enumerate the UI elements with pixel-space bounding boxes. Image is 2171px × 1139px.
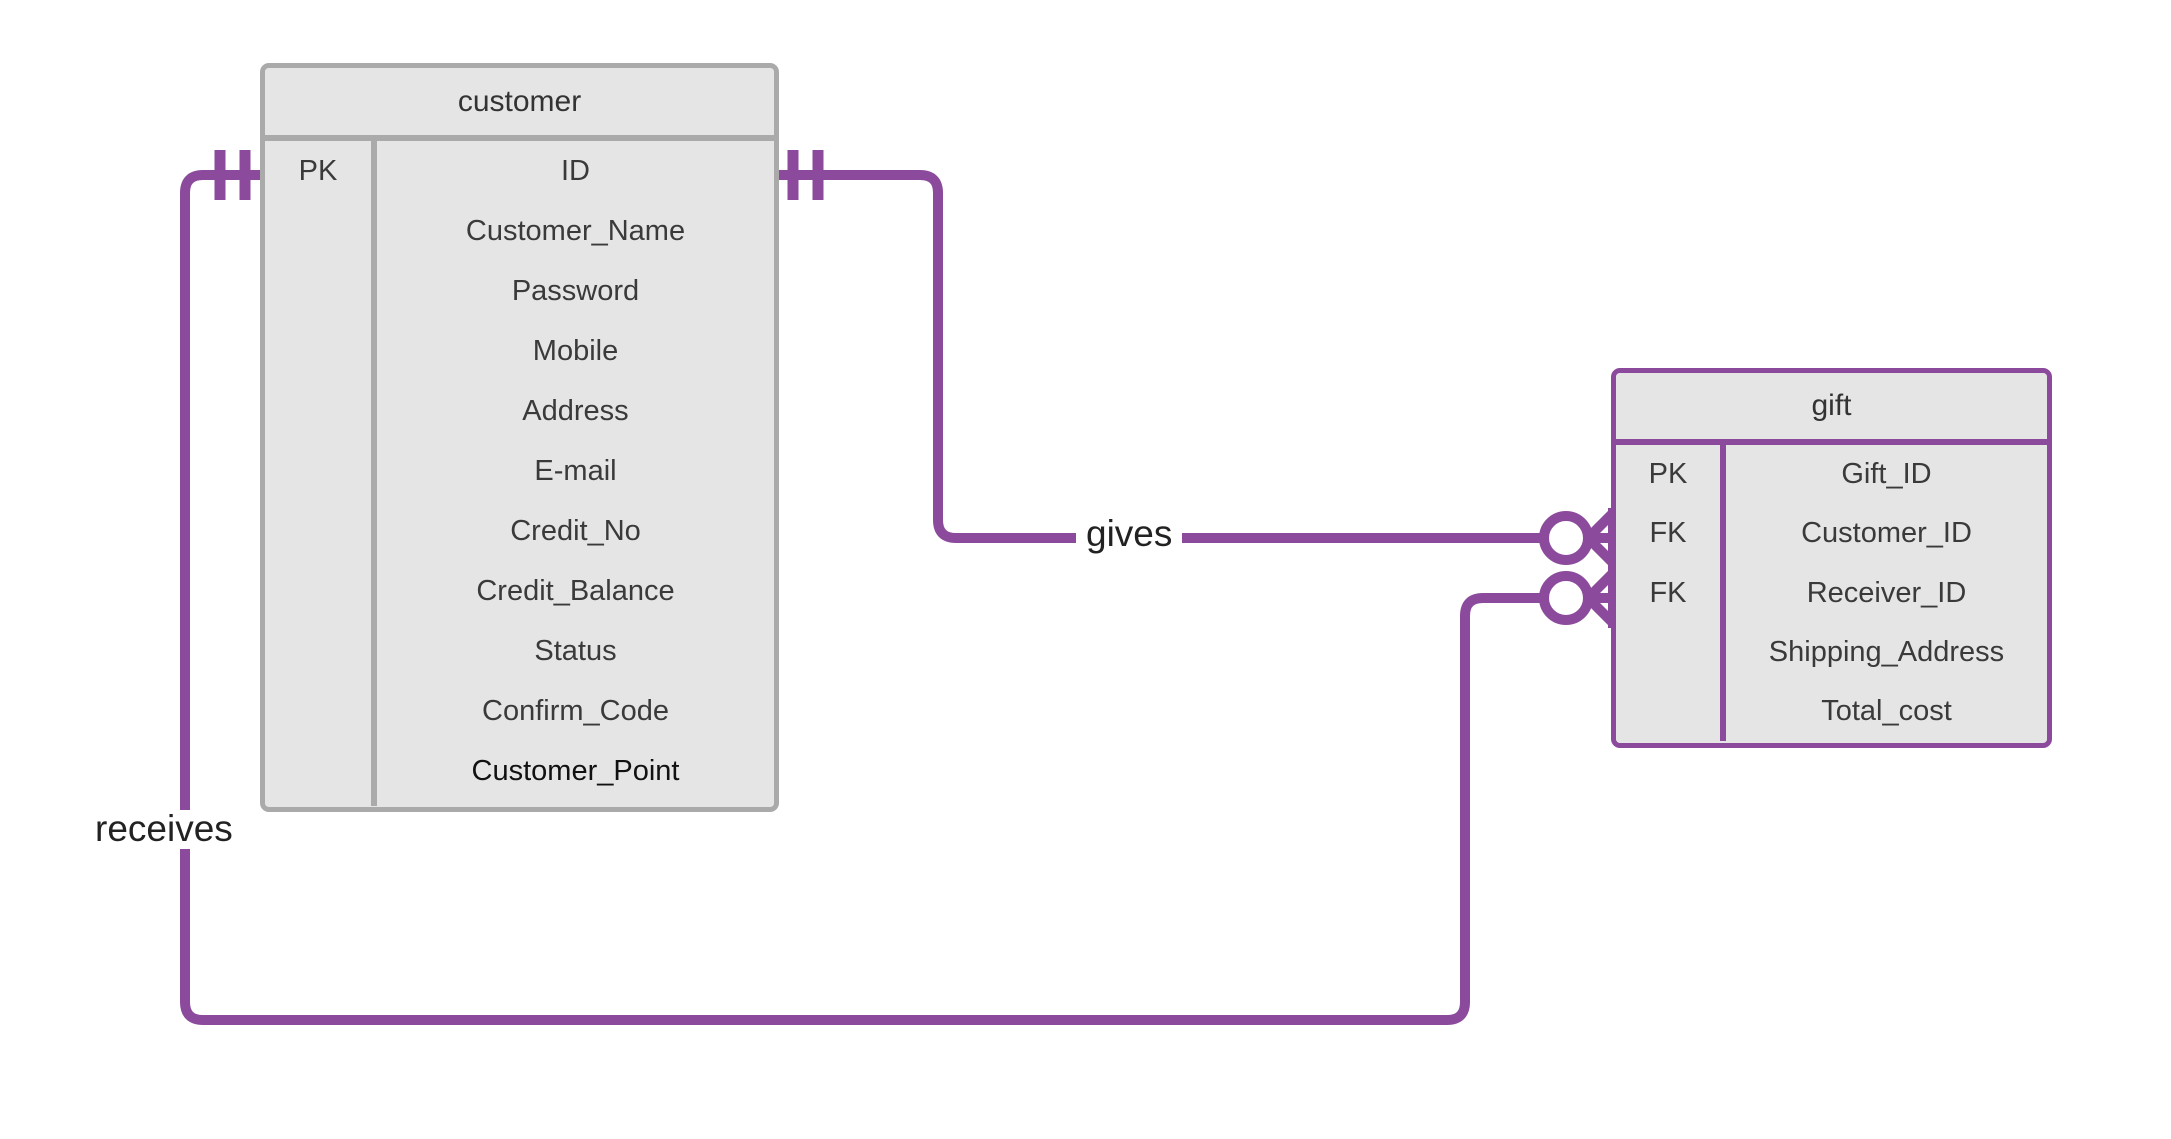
entity-gift-key-column: PK FK FK — [1616, 445, 1726, 741]
entity-customer-key-column: PK — [265, 141, 377, 806]
key-cell — [265, 261, 371, 321]
receives-zero-circle — [1539, 571, 1593, 625]
attribute-row: Mobile — [532, 334, 619, 367]
entity-customer[interactable]: customer PK ID Customer_Name Password Mo… — [260, 63, 779, 812]
entity-customer-title: customer — [265, 68, 774, 141]
entity-gift-body: PK FK FK Gift_ID Customer_ID Receiver_ID… — [1616, 445, 2047, 741]
attribute-row: Customer_ID — [1801, 517, 1972, 550]
key-cell — [265, 621, 371, 681]
key-cell: PK — [1648, 458, 1688, 491]
key-cell — [265, 741, 371, 801]
attribute-row: Status — [534, 634, 617, 667]
key-cell — [265, 321, 371, 381]
key-cell — [265, 561, 371, 621]
attribute-row: E-mail — [534, 454, 617, 487]
key-cell — [1616, 682, 1720, 741]
key-cell — [265, 681, 371, 741]
gives-zero-circle — [1539, 511, 1593, 565]
attribute-row: ID — [561, 154, 590, 187]
attribute-row: Credit_Balance — [476, 574, 675, 607]
key-cell: PK — [298, 154, 338, 187]
key-cell: FK — [1649, 517, 1687, 550]
key-cell: FK — [1649, 576, 1687, 609]
gives-connector-line — [778, 170, 1540, 543]
entity-gift-title: gift — [1616, 373, 2047, 445]
attribute-row: Address — [522, 394, 629, 427]
attribute-row: Receiver_ID — [1806, 576, 1967, 609]
attribute-row: Credit_No — [510, 514, 641, 547]
attribute-row: Customer_Name — [465, 214, 686, 247]
attribute-row: Password — [511, 274, 640, 307]
attribute-row: Gift_ID — [1841, 458, 1932, 491]
relationship-label-gives: gives — [1076, 514, 1183, 554]
attribute-row: Total_cost — [1821, 694, 1952, 727]
key-cell — [265, 441, 371, 501]
entity-customer-attribute-column: ID Customer_Name Password Mobile Address… — [377, 141, 774, 806]
er-diagram-canvas: customer PK ID Customer_Name Password Mo… — [0, 0, 2171, 1139]
key-cell — [265, 501, 371, 561]
entity-gift[interactable]: gift PK FK FK Gift_ID Customer_ID Receiv… — [1611, 368, 2052, 748]
key-cell — [1616, 623, 1720, 682]
key-cell — [265, 201, 371, 261]
attribute-row: Confirm_Code — [482, 694, 669, 727]
attribute-row: Customer_Point — [471, 754, 680, 787]
entity-gift-attribute-column: Gift_ID Customer_ID Receiver_ID Shipping… — [1726, 445, 2047, 741]
entity-customer-body: PK ID Customer_Name Password Mobile Addr… — [265, 141, 774, 806]
relationship-label-receives: receives — [85, 809, 243, 849]
key-cell — [265, 381, 371, 441]
attribute-row: Shipping_Address — [1768, 635, 2005, 668]
